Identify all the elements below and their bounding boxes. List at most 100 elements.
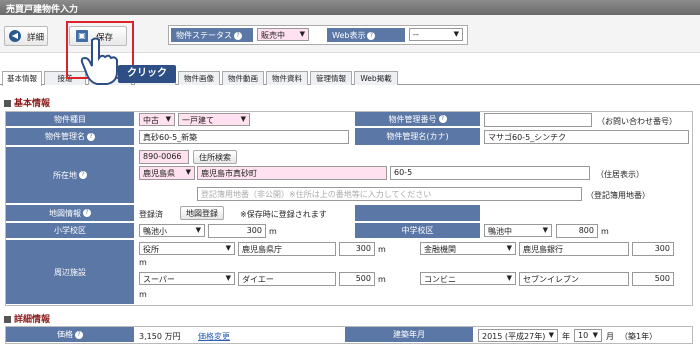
street-input[interactable]: 60-5 xyxy=(390,166,590,180)
elementary-label-text: 小学校区 xyxy=(54,226,86,235)
web-display-select[interactable]: -- ▼ xyxy=(409,28,463,41)
name-input[interactable]: 真砂60-5_新築 xyxy=(139,130,349,144)
address-search-button[interactable]: 住所検索 xyxy=(193,150,237,164)
year-unit: 年 xyxy=(562,332,570,341)
map-status: 登録済 xyxy=(139,210,163,219)
tab-web[interactable]: Web掲載 xyxy=(354,71,398,85)
name-label: 物件管理名? xyxy=(6,128,134,146)
help-icon[interactable]: ? xyxy=(79,171,87,179)
tab-documents[interactable]: 物件資料 xyxy=(266,71,308,85)
built-label: 建築年月 xyxy=(345,327,473,343)
type-select-2[interactable]: 一戸建て ▼ xyxy=(178,113,250,126)
postal-input[interactable]: 890-0066 xyxy=(139,150,189,164)
status-label: 物件ステータス? xyxy=(171,28,253,42)
middle-select[interactable]: 鴨池中 ▼ xyxy=(484,224,552,237)
nearby-distance-2[interactable]: 300 xyxy=(632,242,674,256)
price-label-text: 価格 xyxy=(57,330,73,339)
tab-basic[interactable]: 基本情報 xyxy=(2,71,42,86)
chevron-down-icon: ▼ xyxy=(240,115,246,123)
nearby-category-2[interactable]: 金融機関 ▼ xyxy=(420,242,516,255)
section-title-basic-text: 基本情報 xyxy=(14,99,51,109)
help-icon[interactable]: ? xyxy=(234,31,242,40)
nearby-name-2[interactable]: 鹿児島銀行 xyxy=(519,242,629,256)
help-icon[interactable]: ? xyxy=(83,209,91,217)
tab-images[interactable]: 物件画像 xyxy=(178,71,220,85)
type-value-1: 中古 xyxy=(143,116,159,125)
section-marker-icon xyxy=(4,316,11,323)
middle-label: 中学校区 xyxy=(355,223,480,239)
map-note: ※保存時に登録されます xyxy=(240,210,327,219)
middle-label-text: 中学校区 xyxy=(401,226,434,235)
built-year-value: 2015 (平成27年) xyxy=(482,332,546,341)
month-unit: 月 xyxy=(606,332,614,341)
tab-management[interactable]: 管理情報 xyxy=(310,71,352,85)
web-display-label-text: Web表示 xyxy=(332,31,366,40)
nearby-name-4[interactable]: セブンイレブン xyxy=(519,272,629,286)
map-register-button[interactable]: 地図登録 xyxy=(180,206,224,220)
nearby-distance-3[interactable]: 500 xyxy=(339,272,375,286)
elementary-distance-input[interactable]: 300 xyxy=(208,224,266,238)
nearby-unit-4: m xyxy=(139,290,147,299)
type-label: 物件種目 xyxy=(6,112,134,127)
name-label-text: 物件管理名 xyxy=(45,132,85,141)
chevron-down-icon: ▼ xyxy=(548,331,554,339)
name-kana-input[interactable]: マサゴ60-5_シンチク xyxy=(484,130,689,144)
section-marker-icon xyxy=(4,100,11,107)
price-change-link[interactable]: 価格変更 xyxy=(198,331,230,342)
mgmt-no-note: （お問い合わせ番号） xyxy=(597,117,677,126)
help-icon[interactable]: ? xyxy=(87,132,95,141)
detail-button[interactable]: ◀ 詳細 xyxy=(4,26,48,46)
nearby-label: 周辺施設 xyxy=(6,240,134,305)
registry-input[interactable]: 登記簿用地番（非公開）※住所は上の番地等に入力してください xyxy=(197,187,582,201)
nearby-distance-1[interactable]: 300 xyxy=(339,242,375,256)
chevron-down-icon: ▼ xyxy=(195,226,201,234)
tab-videos[interactable]: 物件動画 xyxy=(222,71,264,85)
nearby-unit-2: m xyxy=(139,258,147,267)
web-display-value: -- xyxy=(413,30,419,39)
elementary-select[interactable]: 鴨池小 ▼ xyxy=(139,224,205,237)
chevron-down-icon: ▼ xyxy=(225,274,231,282)
middle-distance-input[interactable]: 800 xyxy=(556,224,598,238)
mgmt-no-input[interactable] xyxy=(484,113,592,127)
built-label-text: 建築年月 xyxy=(393,330,425,339)
section-title-basic: 基本情報 xyxy=(4,96,50,109)
back-arrow-icon: ◀ xyxy=(9,30,21,42)
nearby-unit-3: m xyxy=(378,275,386,284)
window-title: 売買戸建物件入力 xyxy=(0,0,700,15)
map-empty-cell xyxy=(355,205,480,222)
click-annotation: クリック xyxy=(118,65,176,83)
help-icon[interactable]: ? xyxy=(438,115,447,123)
built-month-select[interactable]: 10 ▼ xyxy=(574,329,602,342)
chevron-down-icon: ▼ xyxy=(225,244,231,252)
nearby-name-1[interactable]: 鹿児島県庁 xyxy=(238,242,336,256)
chevron-down-icon: ▼ xyxy=(506,244,512,252)
type-select-1[interactable]: 中古 ▼ xyxy=(139,113,175,126)
registry-placeholder: 登記簿用地番（非公開）※住所は上の番地等に入力してください xyxy=(201,190,432,199)
map-label: 地図情報? xyxy=(6,205,134,222)
status-select[interactable]: 販売中 ▼ xyxy=(257,28,309,41)
help-icon[interactable]: ? xyxy=(367,31,376,40)
detail-button-label: 詳細 xyxy=(27,33,45,43)
built-month-value: 10 xyxy=(578,331,589,340)
type-label-text: 物件種目 xyxy=(54,114,86,124)
building-age: （築1年） xyxy=(620,332,658,341)
city-input[interactable]: 鹿児島市真砂町 xyxy=(197,166,387,180)
section-title-detail: 詳細情報 xyxy=(4,312,50,325)
built-year-select[interactable]: 2015 (平成27年) ▼ xyxy=(478,329,558,342)
status-panel: 物件ステータス? 販売中 ▼ Web表示? -- ▼ xyxy=(168,25,468,45)
address-label-text: 所在地 xyxy=(53,170,77,180)
nearby-category-1-value: 役所 xyxy=(143,245,159,254)
pointer-hand-icon xyxy=(80,37,118,85)
prefecture-select[interactable]: 鹿児島県 ▼ xyxy=(139,166,195,180)
chevron-down-icon: ▼ xyxy=(165,115,171,123)
prefecture-value: 鹿児島県 xyxy=(143,169,175,178)
nearby-category-4[interactable]: コンビニ ▼ xyxy=(420,272,516,285)
nearby-unit-1: m xyxy=(378,245,386,254)
nearby-distance-4[interactable]: 500 xyxy=(632,272,674,286)
registry-note: （登記簿用地番） xyxy=(586,191,650,200)
nearby-category-3[interactable]: スーパー ▼ xyxy=(139,272,235,285)
map-label-text: 地図情報 xyxy=(49,208,81,218)
nearby-name-3[interactable]: ダイエー xyxy=(238,272,336,286)
nearby-category-1[interactable]: 役所 ▼ xyxy=(139,242,235,255)
help-icon[interactable]: ? xyxy=(75,330,83,339)
